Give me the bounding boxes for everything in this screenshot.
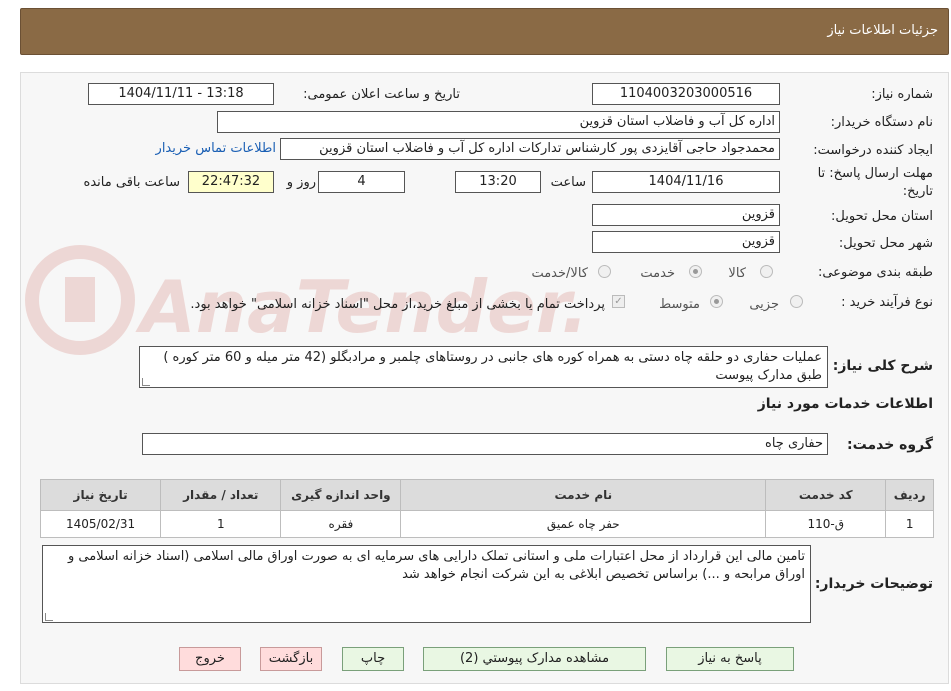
service-group-field: حفاری چاه bbox=[142, 433, 828, 455]
province-field: قزوین bbox=[592, 204, 780, 226]
buyer-contact-link[interactable]: اطلاعات تماس خریدار bbox=[156, 141, 276, 156]
col-quantity: تعداد / مقدار bbox=[160, 479, 282, 511]
buyer-notes-textarea[interactable]: تامین مالی این قرارداد از محل اعتبارات م… bbox=[42, 545, 811, 623]
resize-handle-icon[interactable] bbox=[45, 613, 53, 621]
col-service-name: نام خدمت bbox=[400, 479, 767, 511]
services-table: ردیف کد خدمت نام خدمت واحد اندازه گیری ت… bbox=[39, 479, 934, 538]
city-label: شهر محل تحویل: bbox=[838, 236, 933, 251]
table-row: 1 ق-110 حفر چاه عمیق فقره 1 1405/02/31 bbox=[39, 510, 934, 538]
need-number-field: 1104003203000516 bbox=[592, 83, 780, 105]
province-label: استان محل تحویل: bbox=[831, 209, 933, 224]
deadline-label: مهلت ارسال پاسخ: تا bbox=[817, 166, 933, 181]
exit-button[interactable]: خروج bbox=[179, 647, 241, 671]
buyer-notes-text: تامین مالی این قرارداد از محل اعتبارات م… bbox=[67, 549, 805, 582]
buyer-notes-label: توضیحات خریدار: bbox=[814, 576, 933, 592]
process-option-minor: جزیی bbox=[749, 297, 779, 312]
service-group-label: گروه خدمت: bbox=[847, 437, 933, 453]
category-radio-goods[interactable] bbox=[760, 265, 773, 278]
deadline-time-field: 13:20 bbox=[455, 171, 541, 193]
payment-note: پرداخت تمام یا بخشی از مبلغ خرید،از محل … bbox=[190, 297, 605, 312]
deadline-label-date: تاریخ: bbox=[902, 184, 933, 199]
cell-service-code: ق-110 bbox=[765, 510, 887, 538]
back-button[interactable]: بازگشت bbox=[260, 647, 322, 671]
respond-button[interactable]: پاسخ به نیاز bbox=[666, 647, 794, 671]
hour-label: ساعت bbox=[550, 175, 586, 190]
category-radio-service[interactable] bbox=[689, 265, 702, 278]
process-label: نوع فرآیند خرید : bbox=[841, 295, 933, 310]
buyer-org-label: نام دستگاه خریدار: bbox=[830, 115, 933, 130]
col-service-code: کد خدمت bbox=[765, 479, 887, 511]
buyer-org-field: اداره کل آب و فاضلاب استان قزوین bbox=[217, 111, 780, 133]
announce-datetime-field: 1404/11/11 - 13:18 bbox=[88, 83, 274, 105]
cell-unit: فقره bbox=[280, 510, 402, 538]
view-attachments-button[interactable]: مشاهده مدارک پیوستي (2) bbox=[423, 647, 646, 671]
days-remaining-field: 4 bbox=[318, 171, 405, 193]
category-option-goods-service: کالا/خدمت bbox=[531, 266, 588, 281]
category-radio-goods-service[interactable] bbox=[598, 265, 611, 278]
deadline-date-field: 1404/11/16 bbox=[592, 171, 780, 193]
category-label: طبقه بندی موضوعی: bbox=[817, 265, 933, 280]
cell-row-number: 1 bbox=[885, 510, 934, 538]
print-button[interactable]: چاپ bbox=[342, 647, 404, 671]
remaining-time-field: 22:47:32 bbox=[188, 171, 274, 193]
creator-field: محمدجواد حاجی آقایزدی پور کارشناس تدارکا… bbox=[280, 138, 780, 160]
services-section-title: اطلاعات خدمات مورد نیاز bbox=[757, 396, 933, 412]
need-number-label: شماره نیاز: bbox=[871, 87, 933, 102]
col-need-date: تاریخ نیاز bbox=[39, 479, 162, 511]
resize-handle-icon[interactable] bbox=[142, 378, 150, 386]
summary-label: شرح کلی نیاز: bbox=[832, 358, 933, 374]
summary-textarea[interactable]: عملیات حفاری دو حلقه چاه دستی به همراه ک… bbox=[139, 346, 828, 388]
process-radio-medium[interactable] bbox=[710, 295, 723, 308]
payment-checkbox[interactable]: ✓ bbox=[612, 295, 625, 308]
summary-text: عملیات حفاری دو حلقه چاه دستی به همراه ک… bbox=[163, 350, 822, 383]
process-option-medium: متوسط bbox=[659, 297, 700, 312]
announce-label: تاریخ و ساعت اعلان عمومی: bbox=[303, 87, 460, 102]
city-field: قزوین bbox=[592, 231, 780, 253]
page-header: جزئیات اطلاعات نیاز bbox=[20, 8, 949, 55]
col-row-number: ردیف bbox=[885, 479, 934, 511]
cell-service-name: حفر چاه عمیق bbox=[400, 510, 767, 538]
process-radio-minor[interactable] bbox=[790, 295, 803, 308]
col-unit: واحد اندازه گیری bbox=[280, 479, 402, 511]
category-option-service: خدمت bbox=[640, 266, 675, 281]
table-header-row: ردیف کد خدمت نام خدمت واحد اندازه گیری ت… bbox=[39, 479, 934, 511]
creator-label: ایجاد کننده درخواست: bbox=[813, 143, 933, 158]
cell-need-date: 1405/02/31 bbox=[39, 510, 162, 538]
remaining-label: ساعت باقی مانده bbox=[83, 175, 180, 190]
page-title: جزئیات اطلاعات نیاز bbox=[827, 23, 938, 38]
days-label: روز و bbox=[286, 175, 316, 190]
cell-quantity: 1 bbox=[160, 510, 282, 538]
category-option-goods: کالا bbox=[728, 266, 746, 281]
